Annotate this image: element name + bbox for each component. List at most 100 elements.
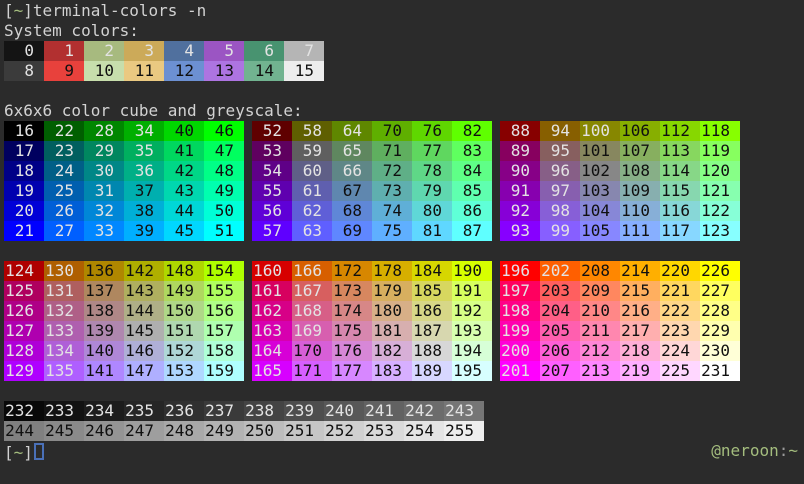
- color-cell-195: 195: [452, 361, 492, 381]
- color-cell-84: 84: [452, 161, 492, 181]
- color-cell-73: 73: [372, 181, 412, 201]
- color-cell-11: 11: [124, 61, 164, 81]
- color-cell-254: 254: [404, 421, 444, 441]
- color-cell-232: 232: [4, 401, 44, 421]
- color-cell-240: 240: [324, 401, 364, 421]
- color-cell-214: 214: [620, 261, 660, 281]
- color-cell-230: 230: [700, 341, 740, 361]
- color-cell-1: 1: [44, 41, 84, 61]
- color-cell-47: 47: [204, 141, 244, 161]
- color-cell-21: 21: [4, 221, 44, 241]
- top-prompt-line: [~]terminal-colors -n: [4, 1, 804, 21]
- system-colors-header: System colors:: [4, 21, 804, 41]
- color-cell-199: 199: [500, 321, 540, 341]
- right-prompt-tilde: ~: [788, 441, 798, 460]
- color-cell-152: 152: [164, 341, 204, 361]
- color-cell-120: 120: [700, 161, 740, 181]
- color-cell-157: 157: [204, 321, 244, 341]
- color-cell-68: 68: [332, 201, 372, 221]
- color-cell-170: 170: [292, 341, 332, 361]
- color-cell-183: 183: [372, 361, 412, 381]
- color-cell-88: 88: [500, 121, 540, 141]
- color-cell-159: 159: [204, 361, 244, 381]
- bottom-prompt-line: [~]: [4, 441, 804, 461]
- color-cell-148: 148: [164, 261, 204, 281]
- color-cell-210: 210: [580, 301, 620, 321]
- color-cell-158: 158: [204, 341, 244, 361]
- color-cell-229: 229: [700, 321, 740, 341]
- color-cell-140: 140: [84, 341, 124, 361]
- color-cell-132: 132: [44, 301, 84, 321]
- color-cell-63: 63: [292, 221, 332, 241]
- color-cell-39: 39: [124, 221, 164, 241]
- greyscale-row-244-255: 244245246247248249250251252253254255: [4, 421, 804, 441]
- color-cell-206: 206: [540, 341, 580, 361]
- color-cell-138: 138: [84, 301, 124, 321]
- color-cell-180: 180: [372, 301, 412, 321]
- color-cell-98: 98: [540, 201, 580, 221]
- color-cell-201: 201: [500, 361, 540, 381]
- prompt-bracket-close: ]: [23, 1, 33, 20]
- color-cell-72: 72: [372, 161, 412, 181]
- color-cell-28: 28: [84, 121, 124, 141]
- color-cell-208: 208: [580, 261, 620, 281]
- terminal-screen[interactable]: [~]terminal-colors -n System colors: 012…: [0, 0, 804, 484]
- color-cell-222: 222: [660, 301, 700, 321]
- color-cell-217: 217: [620, 321, 660, 341]
- color-cell-49: 49: [204, 181, 244, 201]
- color-cell-192: 192: [452, 301, 492, 321]
- color-cell-166: 166: [292, 261, 332, 281]
- color-cell-18: 18: [4, 161, 44, 181]
- color-cell-197: 197: [500, 281, 540, 301]
- color-cell-193: 193: [452, 321, 492, 341]
- color-cell-67: 67: [332, 181, 372, 201]
- color-cell-209: 209: [580, 281, 620, 301]
- color-cell-190: 190: [452, 261, 492, 281]
- color-cell-172: 172: [332, 261, 372, 281]
- color-cell-164: 164: [252, 341, 292, 361]
- color-cell-26: 26: [44, 201, 84, 221]
- color-cell-234: 234: [84, 401, 124, 421]
- color-cell-93: 93: [500, 221, 540, 241]
- color-cell-145: 145: [124, 321, 164, 341]
- color-cell-215: 215: [620, 281, 660, 301]
- color-cell-87: 87: [452, 221, 492, 241]
- color-cell-150: 150: [164, 301, 204, 321]
- color-cell-198: 198: [500, 301, 540, 321]
- color-cell-241: 241: [364, 401, 404, 421]
- color-cell-168: 168: [292, 301, 332, 321]
- prompt-bracket-open: [: [4, 1, 14, 20]
- color-cell-252: 252: [324, 421, 364, 441]
- color-cell-96: 96: [540, 161, 580, 181]
- color-cell-231: 231: [700, 361, 740, 381]
- color-cell-4: 4: [164, 41, 204, 61]
- color-cell-45: 45: [164, 221, 204, 241]
- blank-line: [4, 241, 804, 261]
- color-cell-16: 16: [4, 121, 44, 141]
- color-cell-13: 13: [204, 61, 244, 81]
- color-cell-212: 212: [580, 341, 620, 361]
- color-cell-162: 162: [252, 301, 292, 321]
- prompt-tilde: ~: [14, 443, 24, 462]
- cube-row: 1824303642485460667278849096102108114120: [4, 161, 804, 181]
- color-cell-194: 194: [452, 341, 492, 361]
- color-cell-114: 114: [660, 161, 700, 181]
- color-cell-204: 204: [540, 301, 580, 321]
- color-cell-83: 83: [452, 141, 492, 161]
- color-cell-42: 42: [164, 161, 204, 181]
- color-cell-22: 22: [44, 121, 84, 141]
- prompt-tilde: ~: [14, 1, 24, 20]
- color-cell-224: 224: [660, 341, 700, 361]
- color-cell-245: 245: [44, 421, 84, 441]
- color-cell-134: 134: [44, 341, 84, 361]
- color-cell-0: 0: [4, 41, 44, 61]
- color-cell-59: 59: [292, 141, 332, 161]
- color-cell-5: 5: [204, 41, 244, 61]
- color-cell-80: 80: [412, 201, 452, 221]
- color-cell-253: 253: [364, 421, 404, 441]
- color-cell-128: 128: [4, 341, 44, 361]
- color-cell-200: 200: [500, 341, 540, 361]
- color-cell-64: 64: [332, 121, 372, 141]
- color-cell-246: 246: [84, 421, 124, 441]
- color-cell-101: 101: [580, 141, 620, 161]
